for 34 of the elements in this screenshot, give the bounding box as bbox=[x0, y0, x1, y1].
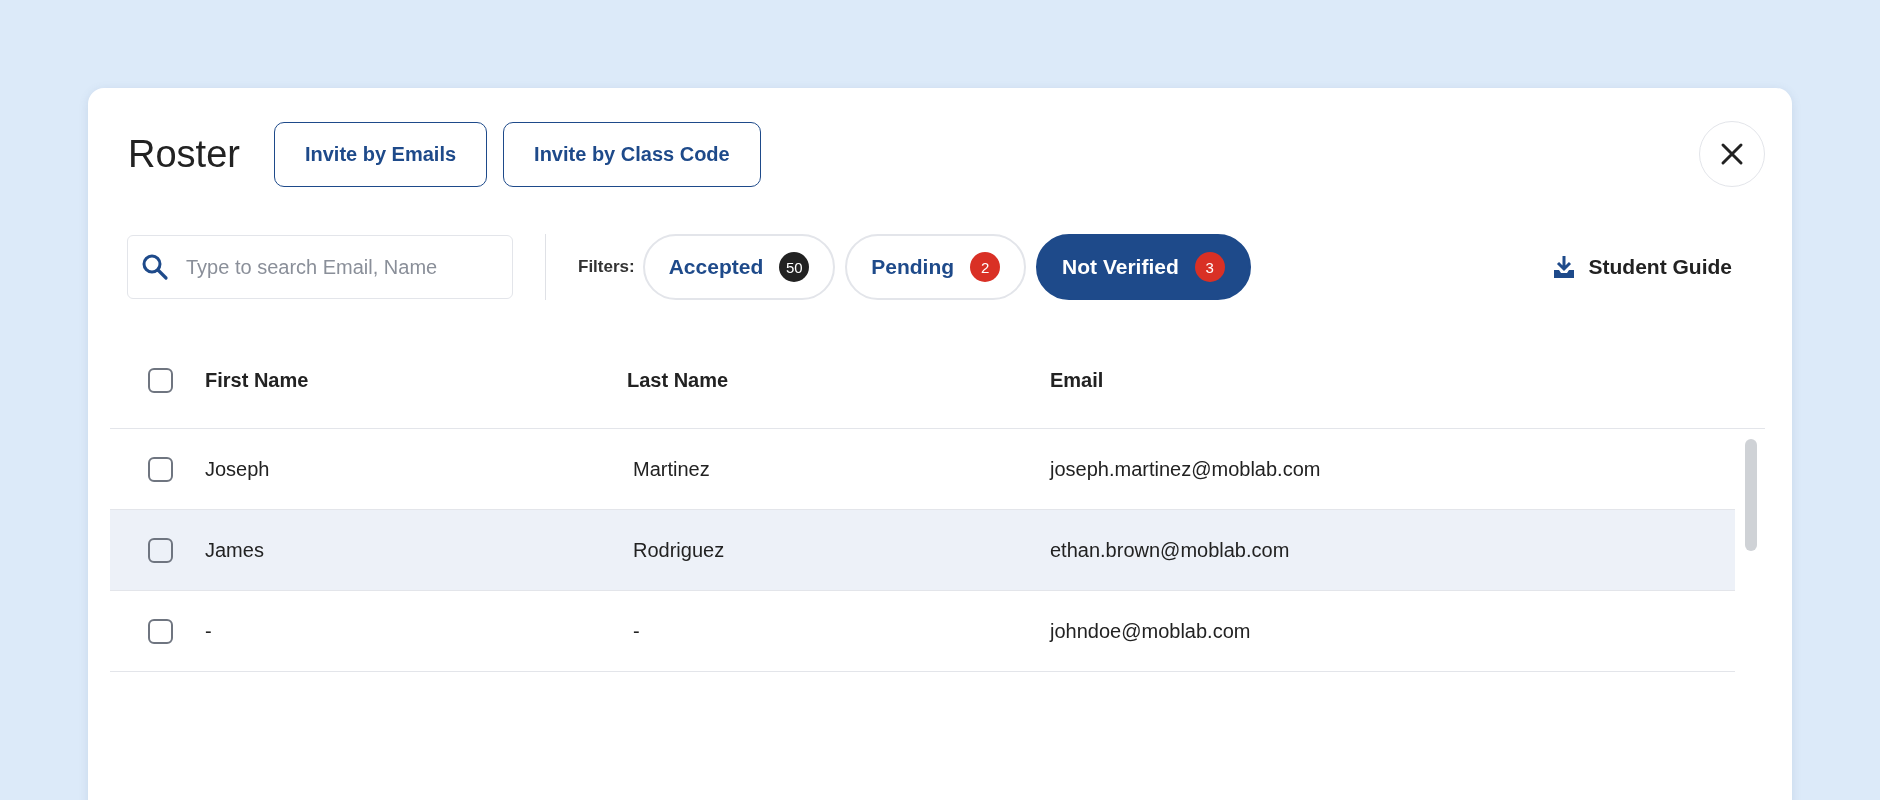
row-checkbox[interactable] bbox=[147, 456, 173, 482]
count-badge: 50 bbox=[779, 252, 810, 282]
table-cell-text: joseph.martinez@moblab.com bbox=[1050, 457, 1322, 481]
column-header: First Name bbox=[205, 368, 310, 392]
student-guide-link[interactable]: Student Guide bbox=[1552, 255, 1732, 279]
column-header: Email bbox=[1050, 368, 1105, 392]
table-cell-text: Rodriguez bbox=[632, 538, 726, 562]
table-row[interactable]: James Rodriguez ethan.brown@moblab.com bbox=[110, 510, 1735, 591]
table-cell-text: ethan.brown@moblab.com bbox=[1050, 538, 1291, 562]
download-icon bbox=[1552, 255, 1575, 279]
table-cell-text: Joseph bbox=[205, 457, 271, 481]
count-badge: 2 bbox=[970, 252, 1001, 282]
invite-button[interactable]: Invite by Class Code bbox=[503, 121, 761, 187]
filter-pill[interactable]: Pending 2 bbox=[845, 234, 1027, 300]
table-row[interactable]: - - johndoe@moblab.com bbox=[110, 591, 1735, 672]
filters-label: Filters: bbox=[578, 257, 635, 277]
table-cell-text: johndoe@moblab.com bbox=[1050, 619, 1252, 643]
table-cell-text: James bbox=[205, 538, 265, 562]
column-header: Last Name bbox=[627, 368, 730, 392]
count-badge: 3 bbox=[1194, 252, 1225, 282]
select-all-checkbox[interactable] bbox=[147, 367, 173, 393]
search-icon bbox=[141, 253, 169, 281]
filter-pill[interactable]: Accepted 50 bbox=[642, 234, 836, 300]
scrollbar-thumb[interactable] bbox=[1745, 439, 1757, 551]
search-field[interactable]: Type to search Email, Name bbox=[127, 235, 513, 299]
table-cell-text: - bbox=[632, 619, 641, 643]
row-checkbox[interactable] bbox=[147, 537, 173, 563]
invite-button[interactable]: Invite by Emails bbox=[273, 121, 488, 187]
filter-pill[interactable]: Not Verified 3 bbox=[1036, 234, 1251, 300]
dialog-title: Roster bbox=[128, 132, 240, 176]
row-checkbox[interactable] bbox=[147, 618, 173, 644]
close-icon bbox=[1720, 142, 1744, 166]
table-cell-text: - bbox=[205, 619, 213, 643]
table-cell-text: Martinez bbox=[632, 457, 711, 481]
